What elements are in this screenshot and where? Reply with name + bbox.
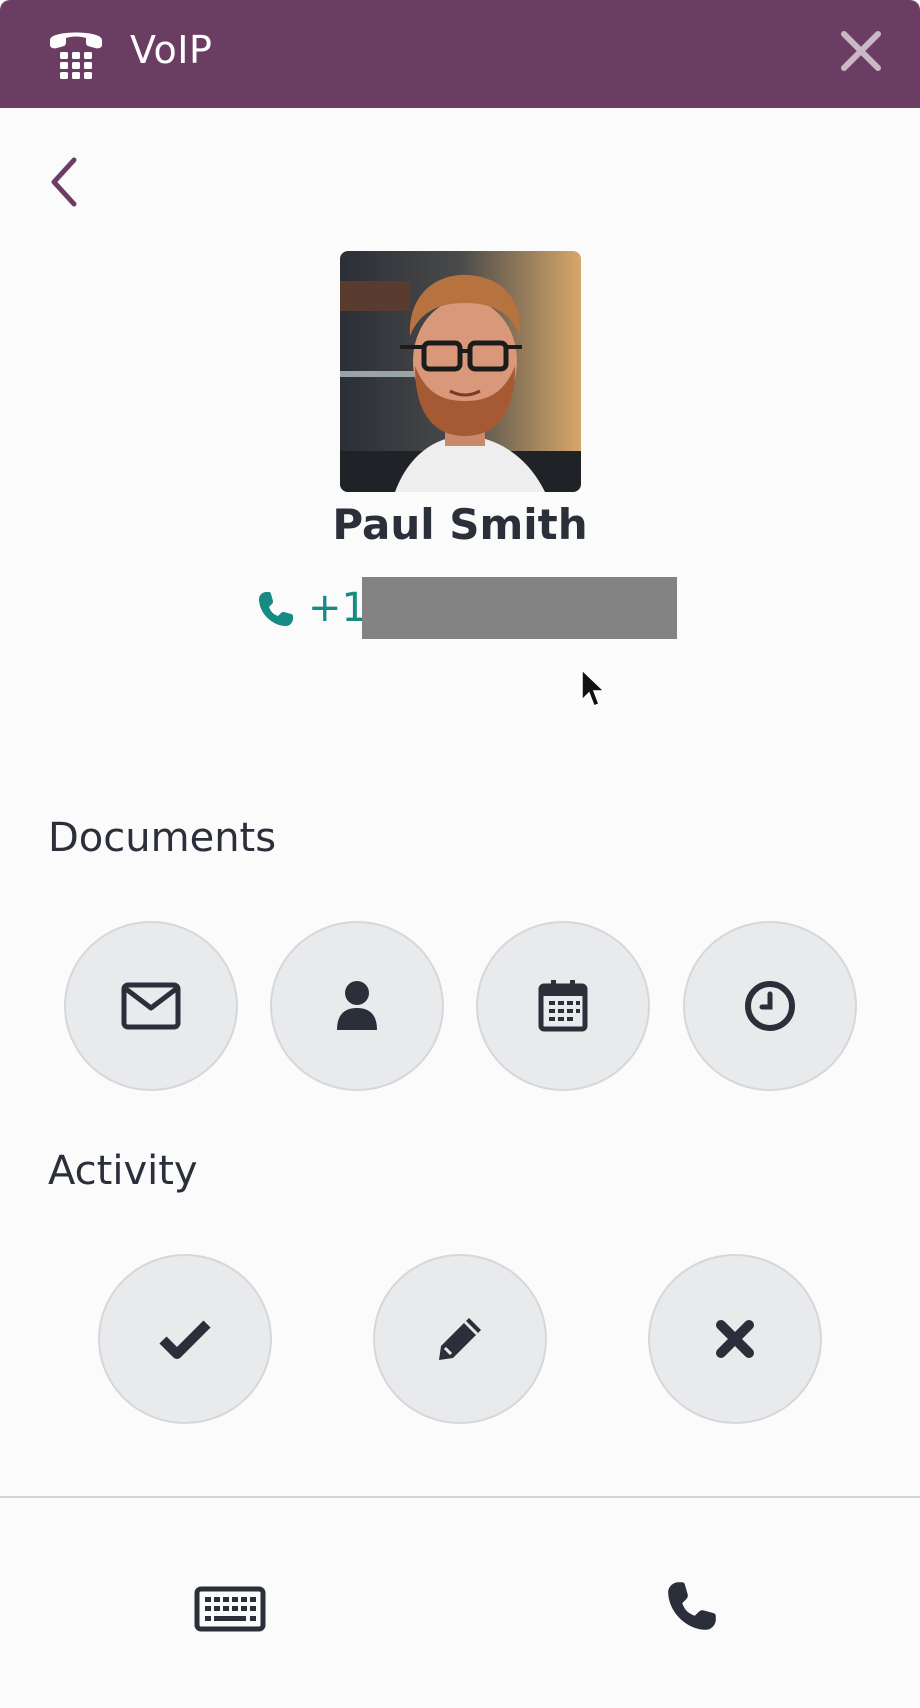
cancel-activity-button[interactable] xyxy=(648,1254,822,1424)
check-icon xyxy=(159,1320,211,1359)
contact-button[interactable] xyxy=(270,921,444,1091)
times-icon xyxy=(716,1320,754,1358)
clock-icon xyxy=(745,981,795,1031)
header-title: VoIP xyxy=(130,28,213,72)
footer-divider xyxy=(0,1496,920,1498)
mouse-cursor-icon xyxy=(581,668,606,707)
voip-panel: VoIP Paul Smith +1 Documents Activity xyxy=(0,0,920,1708)
envelope-icon xyxy=(121,982,181,1030)
documents-title: Documents xyxy=(48,815,277,861)
calendar-button[interactable] xyxy=(476,921,650,1091)
phone-number-redacted xyxy=(362,577,677,639)
close-icon[interactable] xyxy=(838,28,884,74)
contact-name: Paul Smith xyxy=(332,500,588,549)
voip-header: VoIP xyxy=(0,0,920,108)
activity-title: Activity xyxy=(48,1148,198,1194)
activity-log-button[interactable] xyxy=(683,921,857,1091)
calendar-icon xyxy=(538,980,588,1032)
call-button[interactable] xyxy=(664,1578,720,1634)
email-button[interactable] xyxy=(64,921,238,1091)
pencil-icon xyxy=(439,1318,481,1360)
chevron-left-icon[interactable] xyxy=(44,152,88,212)
contact-avatar xyxy=(340,251,581,492)
keyboard-icon[interactable] xyxy=(194,1586,266,1632)
mark-done-button[interactable] xyxy=(98,1254,272,1424)
phone-icon xyxy=(259,592,293,626)
telephone-keypad-icon xyxy=(50,32,102,79)
phone-prefix: +1 xyxy=(308,585,367,631)
edit-activity-button[interactable] xyxy=(373,1254,547,1424)
user-icon xyxy=(337,981,377,1030)
